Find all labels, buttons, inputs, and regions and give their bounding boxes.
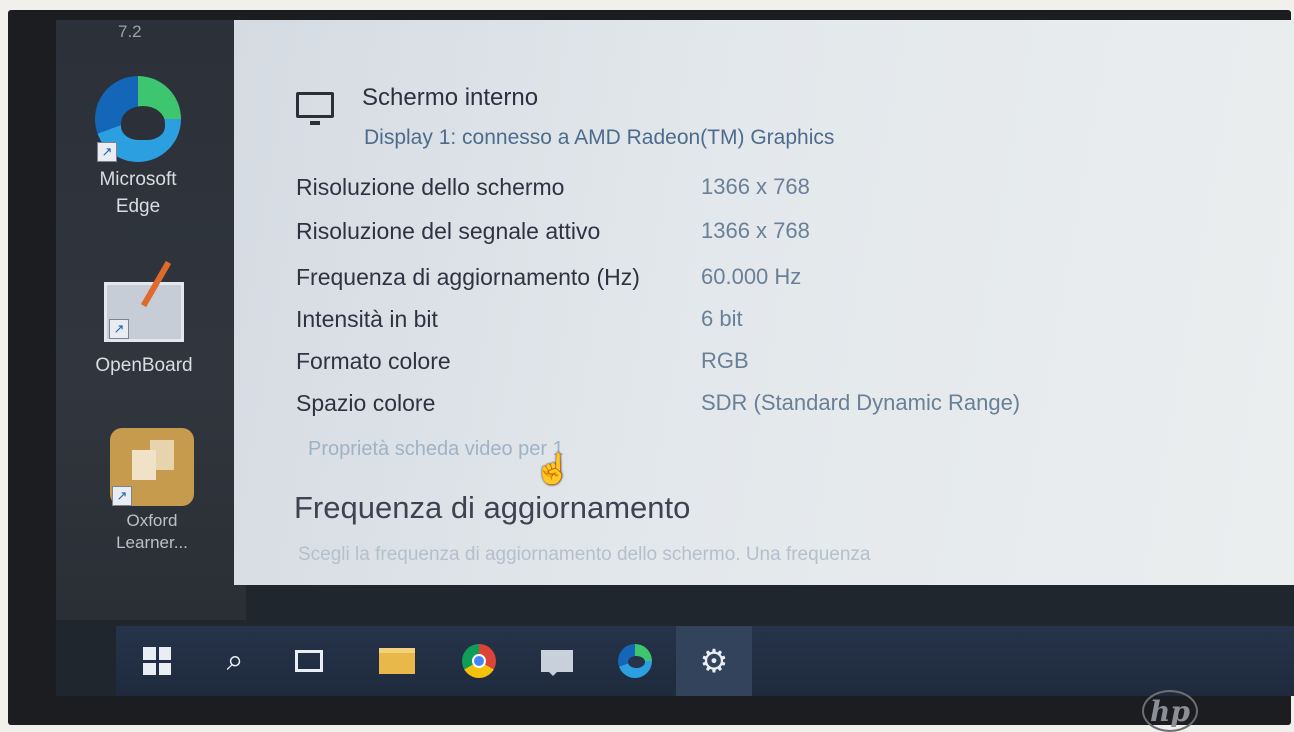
info-label: Frequenza di aggiornamento (Hz) (296, 264, 640, 290)
info-label: Risoluzione dello schermo (296, 174, 565, 200)
settings-window: Schermo interno Display 1: connesso a AM… (234, 20, 1294, 585)
edge-icon: ↗ (95, 76, 181, 162)
info-label: Risoluzione del segnale attivo (296, 218, 601, 244)
info-row-signal-resolution: Risoluzione del segnale attivo 1366 x 76… (296, 218, 1056, 252)
folder-icon (379, 648, 415, 674)
openboard-icon: ↗ (104, 282, 184, 342)
edge-icon (618, 644, 652, 678)
info-value: 60.000 Hz (701, 264, 802, 289)
refresh-rate-section-title: Frequenza di aggiornamento (294, 490, 691, 525)
desktop-top-label: 7.2 (118, 22, 142, 41)
settings-button[interactable]: ⚙ (676, 626, 752, 696)
hp-logo: hp (1142, 690, 1198, 732)
screen: 7.2 ↗ Microsoft Edge ↗ OpenBoard ↗ Oxfor… (56, 20, 1294, 696)
task-view-button[interactable] (278, 626, 340, 696)
info-label: Formato colore (296, 348, 451, 374)
desktop-icon-openboard[interactable]: ↗ OpenBoard (84, 266, 204, 379)
info-value: 6 bit (701, 306, 743, 331)
edge-button[interactable] (604, 626, 666, 696)
monitor-icon (296, 92, 334, 125)
info-value: RGB (701, 348, 749, 373)
info-value: 1366 x 768 (701, 174, 810, 199)
chat-icon (541, 650, 573, 676)
search-icon: ⌕ (226, 644, 244, 677)
chat-button[interactable] (526, 626, 588, 696)
windows-icon (143, 647, 171, 675)
chrome-icon (462, 644, 496, 678)
info-value: SDR (Standard Dynamic Range) (701, 390, 1021, 415)
desktop-icon-edge[interactable]: ↗ Microsoft Edge (78, 76, 198, 220)
shortcut-arrow-icon: ↗ (97, 142, 117, 162)
info-row-refresh-rate: Frequenza di aggiornamento (Hz) 60.000 H… (296, 264, 1056, 298)
desktop-icon-label: Microsoft (99, 169, 177, 190)
file-explorer-button[interactable] (366, 626, 428, 696)
desktop-icon-label: Oxford (126, 511, 178, 530)
taskbar: ⌕ ⚙ (116, 626, 1294, 696)
gear-icon: ⚙ (699, 643, 729, 679)
desktop: 7.2 ↗ Microsoft Edge ↗ OpenBoard ↗ Oxfor… (56, 20, 246, 620)
hand-cursor-icon: ☝ (534, 453, 572, 486)
shortcut-arrow-icon: ↗ (109, 319, 129, 339)
monitor-bezel: 7.2 ↗ Microsoft Edge ↗ OpenBoard ↗ Oxfor… (8, 10, 1294, 725)
task-view-icon (295, 650, 323, 672)
info-row-color-format: Formato colore RGB (296, 348, 1056, 382)
chrome-button[interactable] (448, 626, 510, 696)
desktop-icon-label: OpenBoard (95, 355, 193, 376)
info-label: Spazio colore (296, 390, 436, 416)
start-button[interactable] (126, 626, 188, 696)
info-value: 1366 x 768 (701, 218, 810, 243)
display-title: Schermo interno (362, 84, 539, 111)
info-label: Intensità in bit (296, 306, 438, 332)
desktop-icon-label: Edge (115, 196, 161, 217)
search-button[interactable]: ⌕ (204, 626, 266, 696)
display-subtitle: Display 1: connesso a AMD Radeon(TM) Gra… (364, 126, 835, 149)
info-row-color-space: Spazio colore SDR (Standard Dynamic Rang… (296, 390, 1056, 424)
info-row-screen-resolution: Risoluzione dello schermo 1366 x 768 (296, 174, 1056, 208)
desktop-icon-oxford[interactable]: ↗ Oxford Learner... (92, 428, 212, 554)
info-row-bit-depth: Intensità in bit 6 bit (296, 306, 1056, 340)
shortcut-arrow-icon: ↗ (112, 486, 132, 506)
refresh-rate-section-description: Scegli la frequenza di aggiornamento del… (298, 544, 871, 565)
oxford-learner-icon: ↗ (110, 428, 194, 506)
desktop-icon-label: Learner... (116, 533, 188, 552)
display-adapter-properties-link[interactable]: Proprietà scheda video per 1 (308, 438, 564, 461)
